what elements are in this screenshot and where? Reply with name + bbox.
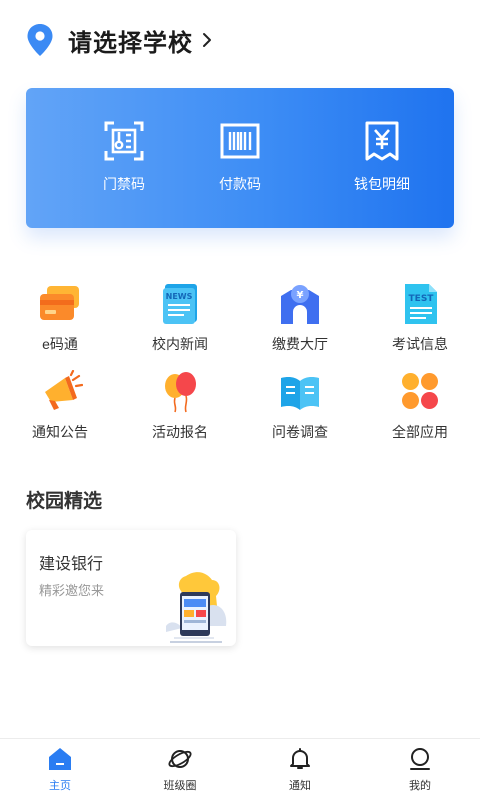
quick-actions-card: 门禁码 付款码 钱包明细 [26,88,454,228]
app-label: 全部应用 [392,424,448,440]
app-label: e码通 [42,336,78,352]
app-label: 缴费大厅 [272,336,328,352]
payment-code-label: 付款码 [219,176,261,192]
svg-text:NEWS: NEWS [166,292,193,301]
balloons-icon [165,372,196,413]
access-code-label: 门禁码 [103,176,145,192]
app-all-apps[interactable]: 全部应用 [360,370,480,442]
svg-text:TEST: TEST [409,294,435,304]
app-payment-hall[interactable]: ¥ 缴费大厅 [240,282,360,354]
payment-hall-icon: ¥ [281,285,319,324]
page-title: 请选择学校 [68,29,193,57]
tab-profile[interactable]: 我的 [380,747,460,793]
location-pin-icon [27,24,53,56]
tab-notifications[interactable]: 通知 [260,747,340,793]
wallet-details-button[interactable]: 钱包明细 [322,120,442,194]
barcode-icon [220,123,260,159]
bell-icon [290,748,310,769]
planet-icon [168,750,192,768]
clover-grid-icon [402,373,438,409]
promo-card[interactable]: 建设银行 精彩邀您来 [26,530,236,646]
school-selector[interactable]: 请选择学校 [26,22,213,58]
tab-label: 班级圈 [163,780,197,792]
access-qr-icon [104,121,144,161]
app-event-signup[interactable]: 活动报名 [120,370,240,442]
promo-subtitle: 精彩邀您来 [39,583,105,598]
app-label: 考试信息 [392,336,448,352]
news-icon: NEWS [163,284,197,324]
app-exam-info[interactable]: TEST 考试信息 [360,282,480,354]
test-doc-icon: TEST [405,284,437,324]
card-icon [40,286,79,320]
app-label: 通知公告 [32,424,88,440]
access-code-button[interactable]: 门禁码 [64,120,184,194]
promo-title: 建设银行 [39,556,104,573]
tab-class-circle[interactable]: 班级圈 [140,747,220,793]
profile-icon [410,748,430,770]
section-title: 校园精选 [26,491,103,512]
app-notices[interactable]: 通知公告 [0,370,120,442]
home-icon [49,748,71,770]
bottom-tab-bar: 主页 班级圈 通知 我的 [0,738,480,800]
tab-label: 通知 [289,780,311,792]
app-label: 校内新闻 [152,336,208,352]
phone-illustration [166,572,227,643]
payment-code-button[interactable]: 付款码 [180,120,300,194]
app-e-code[interactable]: e码通 [0,282,120,354]
app-label: 活动报名 [152,424,208,440]
receipt-yuan-icon [365,121,399,161]
megaphone-icon [45,370,83,410]
tab-label: 我的 [409,780,431,792]
app-label: 问卷调查 [272,424,328,440]
tab-label: 主页 [49,780,71,792]
svg-text:¥: ¥ [297,290,304,301]
book-icon [281,377,319,410]
chevron-right-icon [203,33,211,47]
app-campus-news[interactable]: NEWS 校内新闻 [120,282,240,354]
app-survey[interactable]: 问卷调查 [240,370,360,442]
wallet-details-label: 钱包明细 [354,176,410,192]
tab-home[interactable]: 主页 [20,747,100,793]
